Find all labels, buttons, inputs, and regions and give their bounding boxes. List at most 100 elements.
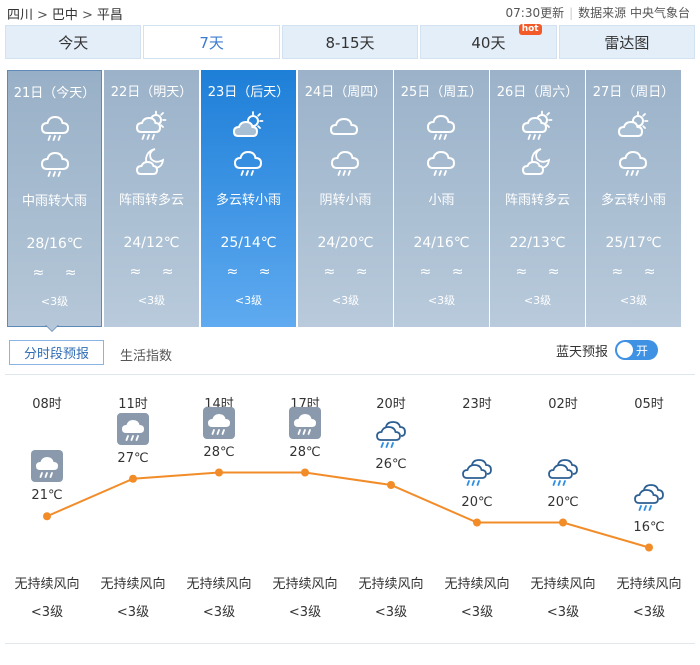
breadcrumb-province[interactable]: 四川: [7, 8, 33, 23]
temperature-point: [645, 543, 653, 552]
tab-label: 8-15天: [325, 33, 375, 52]
hour-temperature: 20℃: [461, 494, 493, 510]
day-card[interactable]: 25日（周五） 小雨 24/16℃ ≈ ≈ <3级: [394, 70, 489, 327]
partly-cloudy-icon: [232, 110, 264, 146]
hour-wind-direction: 无持续风向: [358, 577, 424, 592]
light-rain-icon: [547, 457, 579, 493]
update-time: 07:30更新: [505, 6, 565, 20]
hour-wind-level: <3级: [116, 605, 150, 620]
toggle-label: 开: [636, 344, 649, 358]
hour-temperature: 27℃: [117, 450, 149, 466]
hour-temperature: 21℃: [31, 488, 63, 504]
day-weather-desc: 阵雨转多云: [504, 193, 570, 208]
day-wind-level: <3级: [234, 294, 263, 307]
hourly-forecast: 08时 21℃ 无持续风向 <3级 11时 27℃ 无持续风向 <3级 14时 28℃ 无持续风向 <…: [0, 375, 700, 645]
day-weather-desc: 多云转小雨: [215, 193, 281, 208]
toggle-knob: [617, 342, 633, 358]
hour-time: 20时: [376, 397, 406, 412]
hour-temperature: 26℃: [375, 457, 407, 472]
day-date: 27日（周日）: [592, 85, 675, 100]
day-card[interactable]: 26日（周六） 阵雨转多云 22/13℃ ≈ ≈ <3级: [490, 70, 585, 327]
seven-day-forecast: 21日（今天） 中雨转大雨 28/16℃ ≈ ≈ <3级 22日（明天） 阵雨转多云 24/1…: [7, 70, 695, 327]
wind-direction-icon: ≈ ≈: [32, 265, 85, 281]
tab-8-15day[interactable]: 8-15天: [281, 25, 419, 59]
rain-cloud-icon: [39, 111, 71, 147]
tab-40day[interactable]: 40天 hot: [420, 24, 557, 59]
wind-direction-icon: ≈ ≈: [419, 264, 472, 280]
rain-cloud-icon: [39, 147, 71, 183]
hour-wind-level: <3级: [632, 605, 666, 620]
light-rain-icon: [633, 482, 665, 518]
hour-wind-level: <3级: [30, 605, 64, 620]
day-weather-desc: 阵雨转多云: [118, 193, 184, 208]
day-temperature: 24/16℃: [413, 235, 470, 251]
hour-time: 02时: [548, 397, 578, 412]
day-card[interactable]: 23日（后天） 多云转小雨 25/14℃ ≈ ≈ <3级: [201, 70, 296, 327]
temperature-point: [473, 518, 481, 527]
day-card[interactable]: 24日（周四） 阴转小雨 24/20℃ ≈ ≈ <3级: [298, 70, 393, 327]
breadcrumb-separator: >: [37, 8, 48, 23]
tab-hourly-forecast[interactable]: 分时段预报: [9, 340, 104, 365]
temperature-point: [215, 468, 223, 477]
rain-cloud-icon: [617, 146, 649, 182]
hour-time: 05时: [634, 397, 664, 412]
light-rain-icon: [375, 419, 407, 455]
wind-direction-icon: ≈ ≈: [611, 264, 664, 280]
sun-shower-icon: [521, 110, 553, 146]
day-temperature: 24/20℃: [317, 235, 374, 251]
hour-wind-direction: 无持续风向: [100, 577, 166, 592]
wind-direction-icon: ≈ ≈: [515, 264, 568, 280]
day-temperature: 25/17℃: [605, 235, 662, 251]
tab-label: 雷达图: [604, 33, 650, 52]
tab-life-index[interactable]: 生活指数: [120, 345, 172, 364]
rain-box-icon: [203, 406, 235, 443]
day-wind-level: <3级: [427, 294, 456, 307]
hour-time: 23时: [462, 397, 492, 412]
cloud-icon: [329, 110, 361, 146]
hour-time: 08时: [32, 397, 62, 412]
light-rain-icon: [461, 457, 493, 493]
day-weather-desc: 中雨转大雨: [21, 194, 87, 209]
partly-cloudy-icon: [617, 110, 649, 146]
day-card[interactable]: 22日（明天） 阵雨转多云 24/12℃ ≈ ≈ <3级: [104, 70, 199, 327]
hour-wind-level: <3级: [460, 605, 494, 620]
hour-wind-level: <3级: [546, 605, 580, 620]
rain-box-icon: [31, 450, 63, 486]
day-date: 21日（今天）: [13, 86, 96, 101]
day-date: 26日（周六）: [496, 85, 579, 100]
day-temperature: 25/14℃: [220, 235, 277, 251]
day-date: 23日（后天）: [207, 85, 290, 100]
tab-label: 7天: [199, 33, 224, 52]
hour-wind-level: <3级: [288, 605, 322, 620]
wind-direction-icon: ≈ ≈: [226, 264, 279, 280]
hour-wind-direction: 无持续风向: [616, 577, 682, 592]
day-card[interactable]: 27日（周日） 多云转小雨 25/17℃ ≈ ≈ <3级: [586, 70, 681, 327]
selected-day-pointer-fill: [46, 325, 58, 331]
rain-box-icon: [117, 412, 149, 449]
breadcrumb-city[interactable]: 巴中: [52, 8, 78, 23]
day-temperature: 28/16℃: [26, 236, 83, 252]
day-date: 25日（周五）: [400, 85, 483, 100]
blue-sky-toggle[interactable]: 开: [615, 340, 658, 360]
day-temperature: 22/13℃: [509, 235, 566, 251]
hour-temperature: 28℃: [203, 444, 235, 460]
meta-divider: |: [569, 6, 574, 20]
day-wind-level: <3级: [331, 294, 360, 307]
blue-sky-label: 蓝天预报: [556, 345, 609, 360]
hot-badge: hot: [518, 24, 542, 35]
top-bar: 四川 > 巴中 > 平昌 07:30更新 | 数据来源 中央气象台: [0, 0, 700, 24]
tab-7day[interactable]: 7天: [143, 25, 280, 59]
hour-wind-level: <3级: [374, 605, 408, 620]
temperature-point: [129, 474, 137, 483]
hour-temperature: 16℃: [633, 519, 665, 535]
subtab-label: 分时段预报: [23, 347, 89, 362]
hour-wind-direction: 无持续风向: [272, 577, 338, 592]
breadcrumb: 四川 > 巴中 > 平昌: [7, 4, 123, 23]
day-card[interactable]: 21日（今天） 中雨转大雨 28/16℃ ≈ ≈ <3级: [7, 70, 102, 327]
tab-radar[interactable]: 雷达图: [558, 25, 696, 59]
tab-today[interactable]: 今天: [5, 25, 142, 59]
hour-wind-direction: 无持续风向: [14, 577, 80, 592]
moon-cloud-icon: [521, 146, 553, 182]
rain-cloud-icon: [232, 146, 264, 182]
temperature-point: [387, 481, 395, 489]
